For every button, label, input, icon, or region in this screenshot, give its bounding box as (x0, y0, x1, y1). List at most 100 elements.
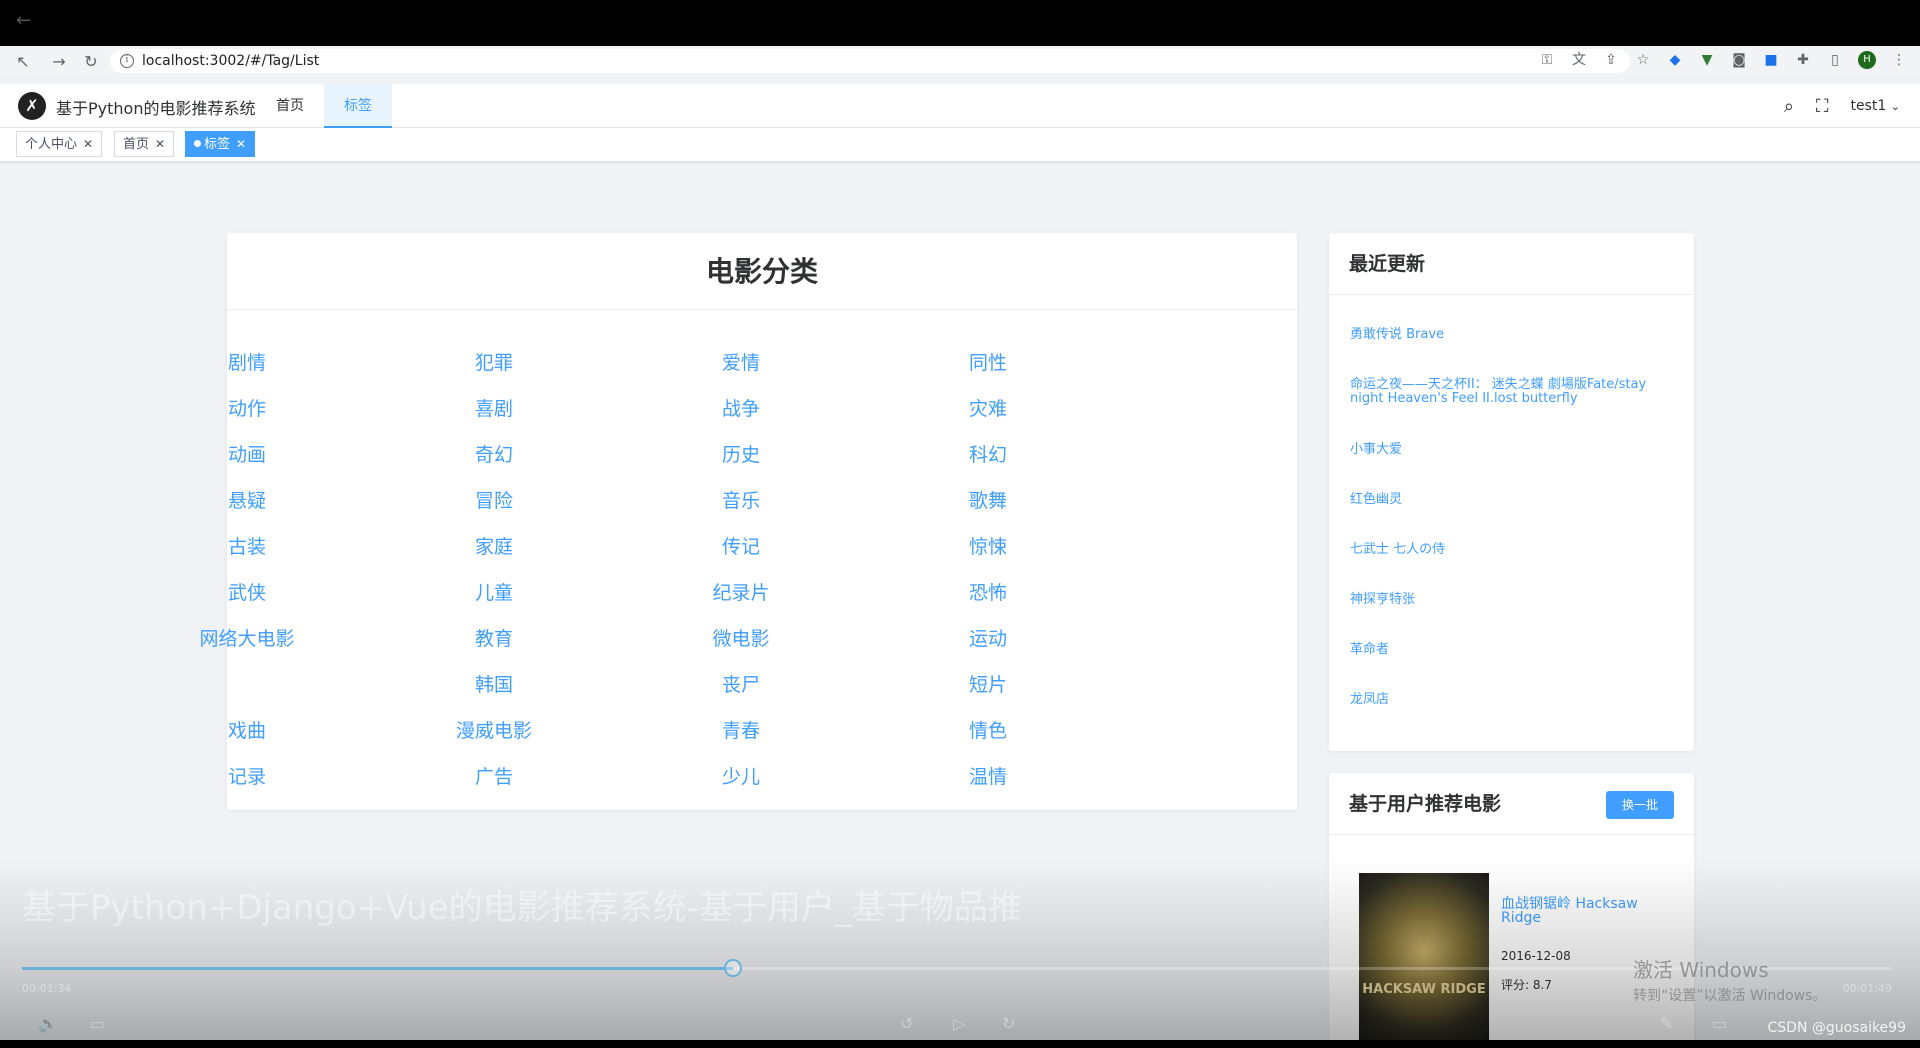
sidebar-icon[interactable]: ▯ (1826, 51, 1844, 69)
category-link[interactable]: 武侠 (123, 578, 371, 605)
forward-skip-icon[interactable]: ↻ (1002, 1014, 1015, 1033)
category-link[interactable]: 历史 (617, 440, 865, 467)
category-link[interactable]: 儿童 (370, 578, 618, 605)
category-link[interactable]: 漫威电影 (370, 716, 618, 743)
volume-icon[interactable]: 🔈 (38, 1014, 58, 1033)
tag-home[interactable]: 首页 ✕ (114, 131, 175, 157)
user-dropdown[interactable]: test1 ⌄ (1851, 98, 1900, 114)
rewind-icon[interactable]: ↺ (900, 1014, 913, 1033)
tags-view-bar: 个人中心 ✕ 首页 ✕ 标签 ✕ (0, 128, 1920, 162)
translate-icon[interactable]: 文 (1570, 51, 1588, 69)
video-progress-bar[interactable] (22, 959, 1892, 977)
active-dot-icon (194, 140, 201, 147)
extension-blue-icon[interactable]: ◆ (1666, 51, 1684, 69)
more-menu-icon[interactable]: ⋮ (1890, 51, 1908, 69)
category-link[interactable]: 运动 (864, 624, 1112, 651)
movie-score: 评分: 8.7 (1501, 978, 1552, 992)
category-link[interactable]: 惊悚 (864, 532, 1112, 559)
video-progress-fill (22, 967, 733, 970)
star-icon[interactable]: ☆ (1634, 51, 1652, 69)
profile-avatar-icon[interactable]: H (1858, 51, 1876, 69)
movie-title-link[interactable]: 血战钢锯岭 Hacksaw Ridge (1501, 897, 1671, 925)
menu-item-home[interactable]: 首页 (256, 84, 324, 128)
category-link[interactable]: 奇幻 (370, 440, 618, 467)
top-black-bar: ← (0, 0, 1920, 46)
category-link[interactable]: 青春 (617, 716, 865, 743)
reload-icon[interactable]: ↻ (80, 52, 102, 71)
extension-lock-icon[interactable]: ■ (1762, 51, 1780, 69)
site-info-icon[interactable]: i (120, 54, 134, 68)
logo-icon: ✗ (18, 92, 46, 120)
app-header: ✗ 基于Python的电影推荐系统 首页 标签 ⌕ ⛶ test1 ⌄ (0, 84, 1920, 128)
category-link[interactable]: 恐怖 (864, 578, 1112, 605)
recent-title: 最近更新 (1329, 233, 1694, 295)
category-link[interactable]: 科幻 (864, 440, 1112, 467)
close-icon[interactable]: ✕ (236, 137, 246, 151)
category-link[interactable]: 悬疑 (123, 486, 371, 513)
category-link[interactable]: 传记 (617, 532, 865, 559)
category-link[interactable]: 戏曲 (123, 716, 371, 743)
category-link[interactable]: 剧情 (123, 348, 371, 375)
category-link[interactable]: 古装 (123, 532, 371, 559)
recent-item[interactable]: 红色幽灵 (1350, 493, 1680, 507)
extension-mask-icon[interactable]: ◙ (1730, 51, 1748, 69)
category-link[interactable]: 纪录片 (617, 578, 865, 605)
recent-item[interactable]: 龙凤店 (1350, 693, 1680, 707)
fullscreen-icon[interactable]: ⛶ (1816, 96, 1829, 117)
refresh-batch-button[interactable]: 换一批 (1606, 791, 1674, 819)
category-link[interactable]: 网络大电影 (123, 624, 371, 651)
category-link[interactable]: 歌舞 (864, 486, 1112, 513)
category-link[interactable]: 战争 (617, 394, 865, 421)
category-link[interactable]: 少儿 (617, 762, 865, 789)
category-link[interactable]: 温情 (864, 762, 1112, 789)
recent-item[interactable]: 命运之夜——天之杯II： 迷失之蝶 劇場版Fate/stay night Hea… (1350, 378, 1680, 406)
category-link[interactable]: 丧尸 (617, 670, 865, 697)
category-link[interactable]: 爱情 (617, 348, 865, 375)
recent-item[interactable]: 小事大爱 (1350, 443, 1680, 457)
tag-tags-active[interactable]: 标签 ✕ (185, 131, 256, 157)
category-link[interactable]: 微电影 (617, 624, 865, 651)
cursor-icon: ↖ (16, 51, 30, 71)
category-link[interactable]: 记录 (123, 762, 371, 789)
screen-icon[interactable]: ▭ (1712, 1014, 1727, 1033)
category-link[interactable]: 动画 (123, 440, 371, 467)
recent-item[interactable]: 七武士 七人の侍 (1350, 543, 1680, 557)
recent-item[interactable]: 神探亨特张 (1350, 593, 1680, 607)
category-link[interactable]: 犯罪 (370, 348, 618, 375)
edit-icon[interactable]: ✎ (1660, 1014, 1673, 1033)
back-arrow-icon[interactable]: ← (16, 10, 31, 31)
recent-item[interactable]: 革命者 (1350, 643, 1680, 657)
category-link[interactable]: 广告 (370, 762, 618, 789)
category-link[interactable]: 灾难 (864, 394, 1112, 421)
close-icon[interactable]: ✕ (155, 137, 165, 151)
url-field[interactable]: i localhost:3002/#/Tag/List (110, 49, 1630, 73)
category-link[interactable]: 短片 (864, 670, 1112, 697)
tag-personal-center[interactable]: 个人中心 ✕ (16, 131, 103, 157)
play-icon[interactable]: ▷ (953, 1014, 965, 1033)
menu-item-tags[interactable]: 标签 (324, 84, 392, 128)
search-icon[interactable]: ⌕ (1784, 96, 1794, 117)
subtitle-icon[interactable]: ▭ (90, 1014, 105, 1033)
video-progress-handle[interactable] (723, 959, 742, 977)
close-icon[interactable]: ✕ (83, 137, 93, 151)
category-link[interactable]: 喜剧 (370, 394, 618, 421)
category-link[interactable]: 家庭 (370, 532, 618, 559)
chevron-down-icon: ⌄ (1890, 100, 1900, 113)
category-link[interactable]: 情色 (864, 716, 1112, 743)
movie-poster[interactable]: HACKSAW RIDGE (1359, 873, 1489, 1048)
category-link[interactable]: 音乐 (617, 486, 865, 513)
category-link[interactable]: 动作 (123, 394, 371, 421)
vue-devtools-icon[interactable]: ▼ (1698, 51, 1716, 69)
puzzle-icon[interactable]: ✚ (1794, 51, 1812, 69)
category-link[interactable]: 韩国 (370, 670, 618, 697)
share-icon[interactable]: ⇪ (1602, 51, 1620, 69)
forward-icon[interactable]: → (48, 52, 70, 71)
category-link[interactable]: 教育 (370, 624, 618, 651)
recent-updates-card: 最近更新 勇敢传说 Brave 命运之夜——天之杯II： 迷失之蝶 劇場版Fat… (1329, 233, 1694, 751)
category-link[interactable]: 同性 (864, 348, 1112, 375)
category-title: 电影分类 (227, 233, 1297, 310)
key-icon[interactable]: ⚿ (1538, 51, 1556, 69)
video-time-total: 00:01:49 (1842, 982, 1892, 995)
category-link[interactable]: 冒险 (370, 486, 618, 513)
recent-item[interactable]: 勇敢传说 Brave (1350, 328, 1680, 342)
